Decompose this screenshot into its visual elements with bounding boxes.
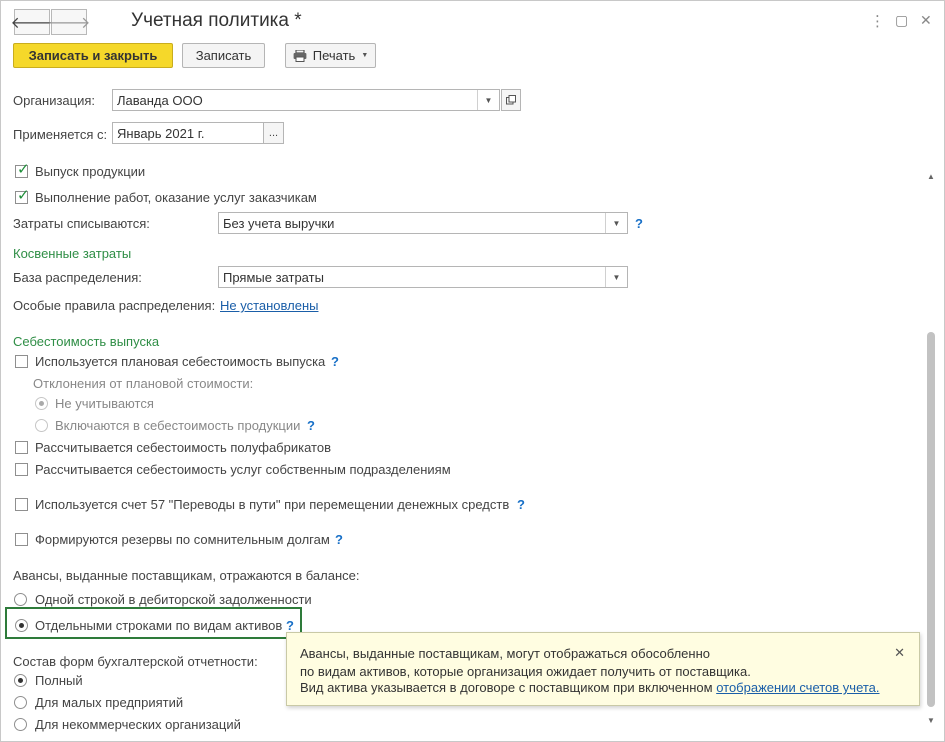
applies-from-field[interactable]: Январь 2021 г. bbox=[112, 122, 264, 144]
services-cost-label: Рассчитывается себестоимость услуг собст… bbox=[35, 462, 451, 477]
account57-checkbox[interactable] bbox=[15, 498, 28, 511]
tooltip-line-1: Авансы, выданные поставщикам, могут отоб… bbox=[300, 646, 710, 661]
planned-cost-checkbox[interactable] bbox=[15, 355, 28, 368]
forms-full-radio[interactable] bbox=[14, 674, 27, 687]
forms-label: Состав форм бухгалтерской отчетности: bbox=[13, 654, 258, 669]
included-radio[interactable] bbox=[35, 419, 48, 432]
help-icon[interactable]: ? bbox=[286, 618, 294, 633]
open-organization-button[interactable] bbox=[501, 89, 521, 111]
chevron-down-icon[interactable]: ▼ bbox=[605, 267, 627, 287]
save-button[interactable]: Записать bbox=[182, 43, 265, 68]
not-counted-label: Не учитываются bbox=[55, 396, 154, 411]
choose-period-button[interactable]: ... bbox=[263, 122, 284, 144]
costs-select[interactable]: Без учета выручки ▼ bbox=[218, 212, 628, 234]
applies-from-label: Применяется с: bbox=[13, 127, 108, 142]
chevron-down-icon: ▼ bbox=[361, 52, 369, 59]
costs-label: Затраты списываются: bbox=[13, 216, 150, 231]
reserves-checkbox[interactable] bbox=[15, 533, 28, 546]
maximize-icon[interactable]: ▢ bbox=[895, 12, 908, 29]
production-label: Выпуск продукции bbox=[35, 164, 146, 179]
open-link-icon bbox=[506, 95, 516, 105]
services-cost-checkbox[interactable] bbox=[15, 463, 28, 476]
special-rules-label: Особые правила распределения: bbox=[13, 298, 216, 313]
account57-label: Используется счет 57 "Переводы в пути" п… bbox=[35, 497, 510, 512]
advances-separate-label: Отдельными строками по видам активов bbox=[35, 618, 283, 633]
help-icon[interactable]: ? bbox=[307, 418, 315, 433]
forward-button[interactable]: 🡒 bbox=[48, 9, 90, 35]
cost-output-section: Себестоимость выпуска bbox=[13, 334, 160, 349]
applies-from-value: Январь 2021 г. bbox=[117, 126, 205, 141]
chevron-down-icon[interactable]: ▼ bbox=[477, 90, 499, 110]
works-checkbox[interactable]: ✓ bbox=[15, 187, 30, 204]
scroll-down-icon[interactable]: ▼ bbox=[927, 716, 935, 725]
more-icon[interactable]: ⋮ bbox=[870, 12, 885, 30]
forms-nonprofit-radio[interactable] bbox=[14, 718, 27, 731]
distribution-base-select[interactable]: Прямые затраты ▼ bbox=[218, 266, 628, 288]
organization-field[interactable]: Лаванда ООО ▼ bbox=[112, 89, 500, 111]
advances-one-line-label: Одной строкой в дебиторской задолженност… bbox=[35, 592, 312, 607]
scrollbar-thumb[interactable] bbox=[927, 332, 935, 707]
forms-nonprofit-label: Для некоммерческих организаций bbox=[35, 717, 241, 732]
tooltip-account-link[interactable]: отображении счетов учета. bbox=[716, 680, 879, 695]
back-button[interactable]: 🡐 bbox=[11, 9, 53, 35]
indirect-costs-section: Косвенные затраты bbox=[13, 246, 132, 261]
tooltip-line-3: Вид актива указывается в договоре с пост… bbox=[300, 680, 880, 695]
save-and-close-button[interactable]: Записать и закрыть bbox=[13, 43, 173, 68]
check-icon: ✓ bbox=[17, 187, 30, 204]
costs-value: Без учета выручки bbox=[223, 216, 335, 231]
special-rules-link[interactable]: Не установлены bbox=[220, 298, 318, 313]
scroll-up-icon[interactable]: ▲ bbox=[927, 172, 935, 181]
semi-finished-checkbox[interactable] bbox=[15, 441, 28, 454]
print-button-label: Печать bbox=[312, 48, 356, 63]
print-button[interactable]: Печать ▼ bbox=[285, 43, 376, 68]
forms-small-radio[interactable] bbox=[14, 696, 27, 709]
help-icon[interactable]: ? bbox=[635, 216, 643, 231]
arrow-right-icon: 🡒 bbox=[47, 14, 91, 32]
distribution-base-label: База распределения: bbox=[13, 270, 142, 285]
planned-cost-label: Используется плановая себестоимость выпу… bbox=[35, 354, 326, 369]
advances-label: Авансы, выданные поставщикам, отражаются… bbox=[13, 568, 360, 583]
not-counted-radio[interactable] bbox=[35, 397, 48, 410]
tooltip-line-2: по видам активов, которые организация ож… bbox=[300, 664, 751, 679]
forms-small-label: Для малых предприятий bbox=[35, 695, 184, 710]
chevron-down-icon[interactable]: ▼ bbox=[605, 213, 627, 233]
works-label: Выполнение работ, оказание услуг заказчи… bbox=[35, 190, 317, 205]
production-checkbox[interactable]: ✓ bbox=[15, 161, 30, 178]
tooltip-line-3-text: Вид актива указывается в договоре с пост… bbox=[300, 680, 713, 695]
organization-value: Лаванда ООО bbox=[117, 93, 203, 108]
check-icon: ✓ bbox=[17, 161, 30, 178]
forms-full-label: Полный bbox=[35, 673, 83, 688]
distribution-base-value: Прямые затраты bbox=[223, 270, 324, 285]
included-label: Включаются в себестоимость продукции bbox=[55, 418, 301, 433]
advances-one-line-radio[interactable] bbox=[14, 593, 27, 606]
deviation-label: Отклонения от плановой стоимости: bbox=[33, 376, 254, 391]
semi-finished-label: Рассчитывается себестоимость полуфабрика… bbox=[35, 440, 331, 455]
close-icon[interactable]: ✕ bbox=[894, 645, 905, 661]
close-icon[interactable]: ✕ bbox=[920, 12, 932, 29]
advances-separate-radio[interactable] bbox=[15, 619, 28, 632]
page-title: Учетная политика * bbox=[131, 10, 302, 31]
organization-label: Организация: bbox=[13, 93, 96, 108]
reserves-label: Формируются резервы по сомнительным долг… bbox=[35, 532, 330, 547]
help-icon[interactable]: ? bbox=[517, 497, 525, 512]
help-icon[interactable]: ? bbox=[331, 354, 339, 369]
help-tooltip: Авансы, выданные поставщикам, могут отоб… bbox=[286, 632, 920, 706]
help-icon[interactable]: ? bbox=[335, 532, 343, 547]
printer-icon bbox=[293, 49, 307, 62]
